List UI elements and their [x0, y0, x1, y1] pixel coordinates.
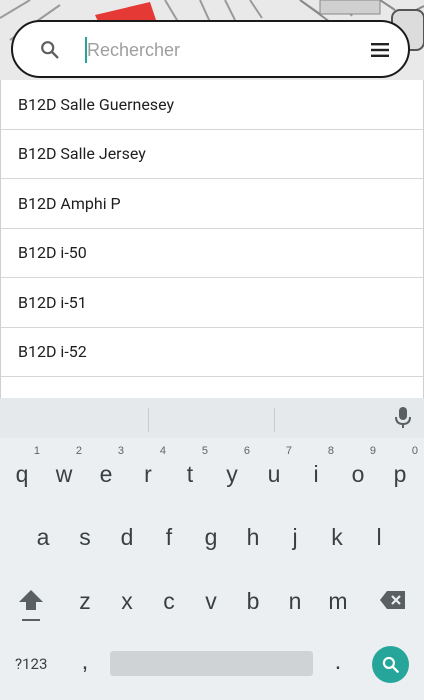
- key-j[interactable]: j: [285, 524, 305, 551]
- key-f[interactable]: f: [159, 524, 179, 551]
- period-key[interactable]: .: [330, 648, 346, 676]
- search-results-list: B12D Salle Guernesey B12D Salle Jersey B…: [0, 80, 424, 400]
- list-item[interactable]: B12D i-50: [1, 229, 423, 278]
- key-hint: 8: [327, 445, 334, 457]
- backspace-icon[interactable]: [379, 590, 406, 610]
- key-h[interactable]: h: [243, 524, 263, 551]
- key-e[interactable]: e3: [96, 445, 124, 488]
- microphone-icon[interactable]: [394, 406, 412, 430]
- search-icon: [382, 656, 399, 673]
- on-screen-keyboard: q1 w2 e3 r4 t5 y6 u7 i8 o9 p0 a s d f g …: [0, 398, 424, 700]
- search-input[interactable]: [87, 30, 357, 70]
- key-o[interactable]: o9: [348, 445, 376, 488]
- key-i[interactable]: i8: [306, 445, 334, 488]
- menu-icon[interactable]: [370, 40, 390, 60]
- space-bar[interactable]: [110, 651, 313, 676]
- comma-key[interactable]: ,: [77, 648, 93, 676]
- list-item[interactable]: B12D Salle Guernesey: [1, 80, 423, 130]
- search-bar[interactable]: [11, 20, 410, 78]
- key-s[interactable]: s: [75, 524, 95, 551]
- list-item[interactable]: B12D Amphi P: [1, 179, 423, 229]
- key-x[interactable]: x: [117, 588, 137, 615]
- key-b[interactable]: b: [243, 588, 263, 615]
- key-p[interactable]: p0: [390, 445, 418, 488]
- key-hint: 4: [159, 445, 166, 457]
- key-w[interactable]: w2: [54, 445, 82, 488]
- key-hint: 1: [33, 445, 40, 457]
- key-a[interactable]: a: [33, 524, 53, 551]
- key-m[interactable]: m: [327, 588, 349, 615]
- list-item[interactable]: B12D i-51: [1, 278, 423, 328]
- key-r[interactable]: r4: [138, 445, 166, 488]
- key-t[interactable]: t5: [180, 445, 208, 488]
- key-hint: 0: [411, 445, 418, 457]
- suggestion-divider: [148, 408, 149, 432]
- search-icon[interactable]: [39, 39, 61, 61]
- shift-icon[interactable]: [17, 588, 45, 624]
- symbols-key[interactable]: ?123: [15, 655, 47, 673]
- key-hint: 7: [285, 445, 292, 457]
- key-hint: 6: [243, 445, 250, 457]
- key-v[interactable]: v: [201, 588, 221, 615]
- suggestion-divider: [274, 408, 275, 432]
- key-hint: 5: [201, 445, 208, 457]
- key-y[interactable]: y6: [222, 445, 250, 488]
- key-z[interactable]: z: [75, 588, 95, 615]
- list-item[interactable]: B12D Salle Jersey: [1, 130, 423, 179]
- key-hint: 2: [75, 445, 82, 457]
- key-q[interactable]: q1: [12, 445, 40, 488]
- list-item[interactable]: B12D i-52: [1, 328, 423, 377]
- key-d[interactable]: d: [117, 524, 137, 551]
- search-action-button[interactable]: [372, 646, 409, 683]
- suggestion-strip[interactable]: [0, 398, 424, 438]
- key-l[interactable]: l: [369, 524, 389, 551]
- key-c[interactable]: c: [159, 588, 179, 615]
- key-k[interactable]: k: [327, 524, 347, 551]
- key-u[interactable]: u7: [264, 445, 292, 488]
- key-g[interactable]: g: [201, 524, 221, 551]
- key-hint: 9: [369, 445, 376, 457]
- key-hint: 3: [117, 445, 124, 457]
- key-n[interactable]: n: [285, 588, 305, 615]
